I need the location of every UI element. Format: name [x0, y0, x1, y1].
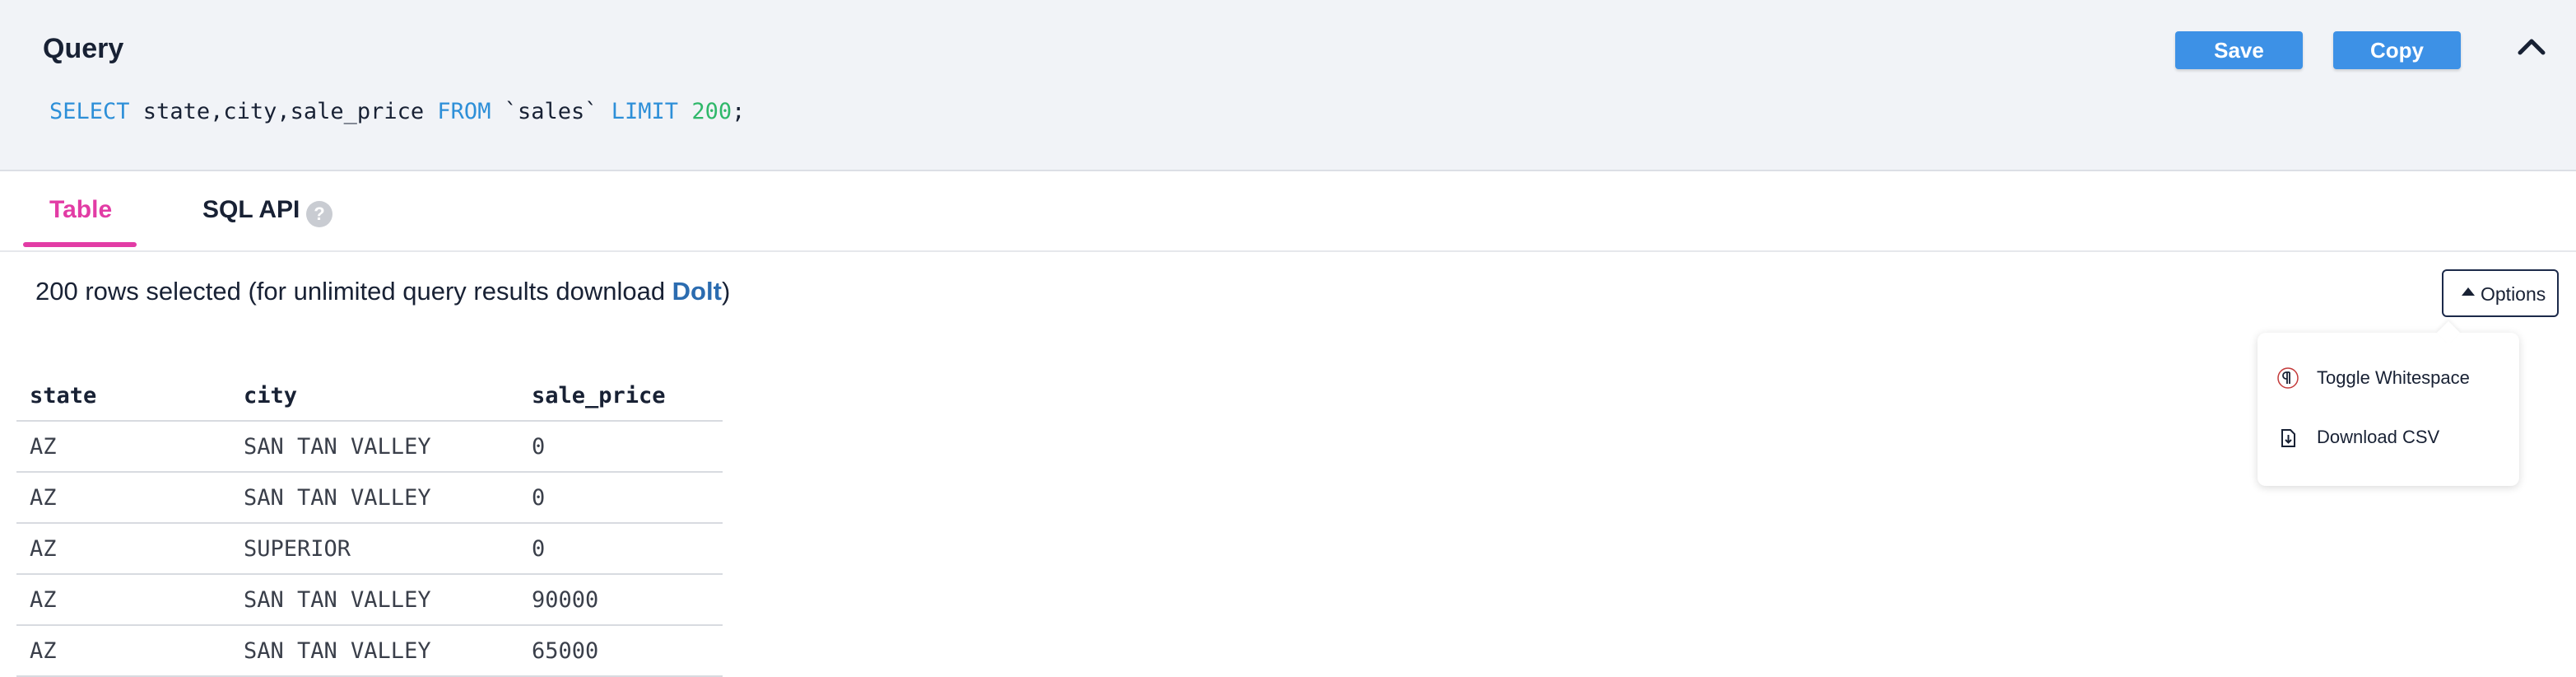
table-cell[interactable]: AZ	[16, 472, 230, 524]
table-row: AZ SAN TAN VALLEY 65000	[16, 625, 723, 677]
save-button[interactable]: Save	[2175, 31, 2303, 69]
table-row: AZ SAN TAN VALLEY 0	[16, 421, 723, 473]
table-row: AZ SUPERIOR 0	[16, 523, 723, 575]
table-cell[interactable]: 65000	[518, 625, 723, 677]
table-cell[interactable]: 0	[518, 523, 723, 575]
table-cell[interactable]: AZ	[16, 625, 230, 677]
sql-terminator: ;	[732, 99, 746, 124]
table-cell[interactable]: 90000	[518, 574, 723, 626]
help-icon[interactable]: ?	[306, 201, 332, 227]
table-row: AZ SAN TAN VALLEY 0	[16, 472, 723, 524]
table-cell[interactable]: SAN TAN VALLEY	[230, 625, 518, 677]
rows-selected-summary: 200 rows selected (for unlimited query r…	[35, 277, 730, 306]
query-title: Query	[43, 33, 124, 64]
table-cell[interactable]: 0	[518, 472, 723, 524]
sql-keyword-select: SELECT	[49, 99, 130, 124]
sql-limit-value: 200	[691, 99, 732, 124]
sql-keyword-from: FROM	[437, 99, 491, 124]
tab-table[interactable]: Table	[49, 196, 112, 224]
results-table: state city sale_price AZ SAN TAN VALLEY …	[16, 371, 723, 677]
table-cell[interactable]: SUPERIOR	[230, 523, 518, 575]
column-header-state[interactable]: state	[16, 371, 230, 422]
table-cell[interactable]: AZ	[16, 523, 230, 575]
result-tabs: Table SQL API ?	[0, 171, 2576, 252]
caret-up-icon	[2462, 287, 2475, 296]
pilcrow-icon	[2277, 367, 2299, 389]
menu-item-download-csv[interactable]: Download CSV	[2317, 427, 2439, 448]
table-row: AZ SAN TAN VALLEY 90000	[16, 574, 723, 626]
sql-table: `sales`	[491, 99, 611, 124]
dolt-link[interactable]: Dolt	[672, 277, 722, 306]
table-cell[interactable]: AZ	[16, 421, 230, 473]
chevron-up-icon[interactable]	[2517, 36, 2546, 56]
table-header-row: state city sale_price	[16, 371, 723, 422]
options-label: Options	[2481, 283, 2546, 305]
active-tab-indicator	[23, 242, 137, 247]
file-download-icon	[2281, 429, 2295, 447]
menu-item-toggle-whitespace[interactable]: Toggle Whitespace	[2317, 367, 2470, 389]
sql-keyword-limit: LIMIT	[611, 99, 679, 124]
table-cell[interactable]: SAN TAN VALLEY	[230, 421, 518, 473]
sql-columns: state,city,sale_price	[129, 99, 438, 124]
sql-query-text[interactable]: SELECT state,city,sale_price FROM `sales…	[49, 99, 745, 124]
options-menu: Toggle Whitespace Download CSV	[2257, 333, 2519, 486]
query-panel: Query SELECT state,city,sale_price FROM …	[0, 0, 2576, 171]
table-cell[interactable]: SAN TAN VALLEY	[230, 574, 518, 626]
column-header-sale-price[interactable]: sale_price	[518, 371, 723, 422]
table-cell[interactable]: 0	[518, 421, 723, 473]
table-cell[interactable]: SAN TAN VALLEY	[230, 472, 518, 524]
summary-suffix: )	[721, 277, 731, 306]
options-button[interactable]: Options	[2442, 269, 2559, 317]
table-cell[interactable]: AZ	[16, 574, 230, 626]
copy-button[interactable]: Copy	[2333, 31, 2461, 69]
tab-sql-api[interactable]: SQL API	[202, 196, 300, 224]
summary-text: 200 rows selected (for unlimited query r…	[35, 277, 672, 306]
column-header-city[interactable]: city	[230, 371, 518, 422]
